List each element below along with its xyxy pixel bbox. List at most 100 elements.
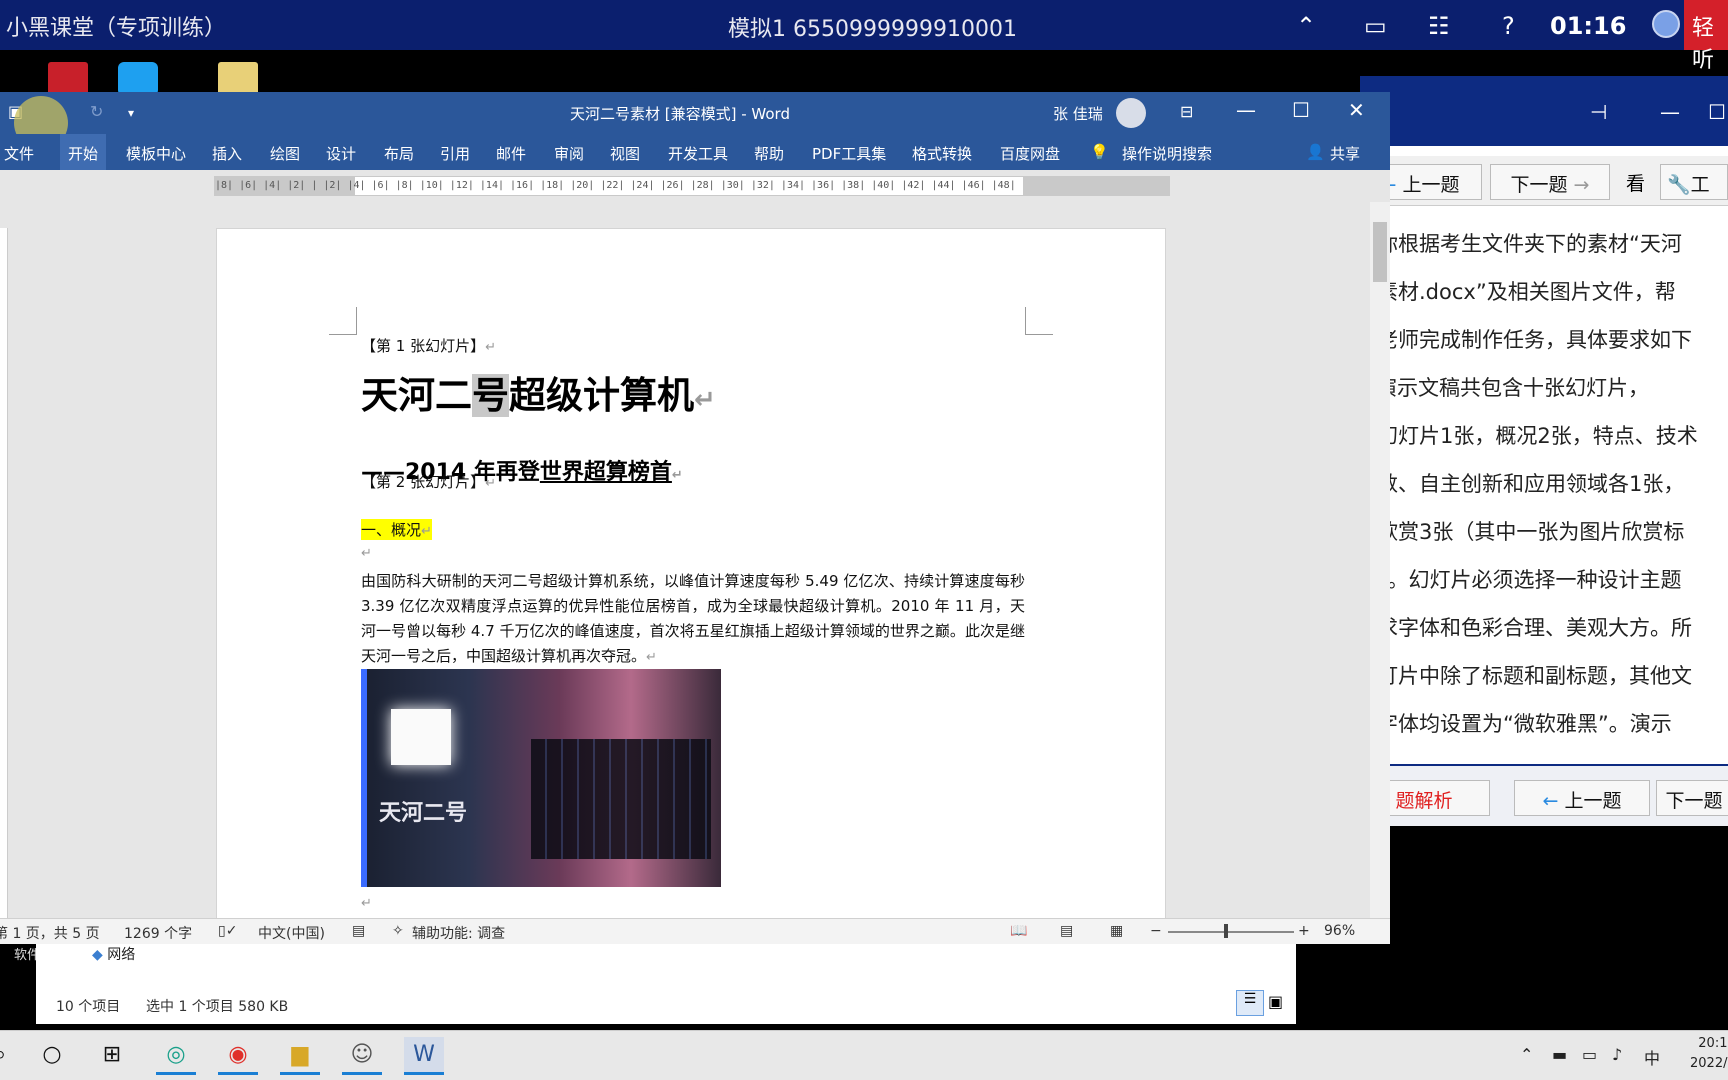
zoom-slider-thumb[interactable] bbox=[1224, 924, 1228, 938]
horizontal-ruler[interactable]: |8| |6| |4| |2| | |2| |4| |6| |8| |10| |… bbox=[0, 170, 1390, 202]
exam-id-label: 模拟1 6550999999910001 bbox=[728, 17, 1017, 42]
tab-design[interactable]: 设计 bbox=[326, 143, 356, 164]
file-explorer-icon[interactable]: ▆ bbox=[280, 1037, 320, 1075]
macro-icon[interactable]: ▤ bbox=[352, 923, 365, 939]
minimize-icon[interactable]: — bbox=[1660, 100, 1680, 124]
word-window: ▣ ↻ ▾ 天河二号素材 [兼容模式] - Word 张 佳瑞 ⊟ — ☐ ✕ … bbox=[0, 92, 1390, 944]
redo-icon[interactable]: ↻ bbox=[90, 102, 103, 121]
cortana-icon[interactable]: ○ bbox=[32, 1037, 72, 1075]
thumbnail-view-icon[interactable]: ▣ bbox=[1268, 992, 1283, 1011]
empty-paragraph: ↵ bbox=[361, 896, 372, 911]
arrow-left-icon: ← bbox=[1542, 790, 1565, 812]
document-page[interactable]: 【第 1 张幻灯片】↵ 天河二号超级计算机↵ ——2014 年再登世界超算榜首↵… bbox=[216, 228, 1166, 920]
web-layout-icon[interactable]: ▦ bbox=[1110, 923, 1123, 939]
tab-insert[interactable]: 插入 bbox=[212, 143, 242, 164]
photo-light-strip bbox=[361, 669, 367, 887]
ime-indicator[interactable]: 中 bbox=[1644, 1045, 1660, 1069]
netease-music-icon[interactable]: ◉ bbox=[218, 1037, 258, 1075]
zoom-out-icon[interactable]: − bbox=[1150, 923, 1162, 939]
tab-template-center[interactable]: 模板中心 bbox=[126, 143, 186, 164]
read-mode-icon[interactable]: 📖 bbox=[1010, 923, 1027, 939]
volume-icon[interactable]: ♪ bbox=[1612, 1045, 1622, 1064]
task-view-icon[interactable]: ⊞ bbox=[92, 1037, 132, 1075]
network-item[interactable]: ◆ 网络 bbox=[92, 944, 135, 964]
network-tray-icon[interactable]: ▭ bbox=[1582, 1045, 1597, 1064]
collapse-up-icon[interactable]: ⌃ bbox=[1296, 12, 1316, 40]
accessibility-icon: ✧ bbox=[392, 923, 404, 939]
search-icon[interactable]: ⌕ bbox=[0, 1037, 20, 1075]
tab-developer[interactable]: 开发工具 bbox=[668, 143, 728, 164]
zoom-level[interactable]: 96% bbox=[1324, 923, 1355, 939]
vertical-scrollbar[interactable] bbox=[1370, 202, 1390, 918]
share-button[interactable]: 共享 bbox=[1330, 143, 1360, 164]
file-explorer-window: ◆ 网络 10 个项目 选中 1 个项目 580 KB ☰ ▣ bbox=[36, 944, 1296, 1024]
dock-icon[interactable]: ⊣ bbox=[1590, 100, 1607, 124]
battery-icon[interactable]: ▬ bbox=[1552, 1045, 1567, 1064]
tray-chevron-icon[interactable]: ⌃ bbox=[1520, 1045, 1533, 1064]
tab-file[interactable]: 文件 bbox=[4, 143, 34, 164]
margin-corner bbox=[1025, 307, 1053, 335]
vertical-ruler[interactable] bbox=[0, 228, 8, 918]
tab-references[interactable]: 引用 bbox=[440, 143, 470, 164]
word-taskbar-icon[interactable]: W bbox=[404, 1037, 444, 1075]
maximize-icon[interactable]: ☐ bbox=[1708, 100, 1726, 124]
checklist-icon[interactable]: ☷ bbox=[1428, 12, 1450, 40]
tab-baidu-netdisk[interactable]: 百度网盘 bbox=[1000, 143, 1060, 164]
explorer-selection: 选中 1 个项目 580 KB bbox=[146, 999, 289, 1015]
tianhe-photo[interactable]: 天河二号 bbox=[361, 669, 721, 887]
quick-access-dropdown-icon[interactable]: ▾ bbox=[128, 106, 134, 120]
tab-pdf-tools[interactable]: PDF工具集 bbox=[812, 143, 886, 164]
zoom-slider[interactable] bbox=[1168, 931, 1294, 933]
next-question-button[interactable]: 下一题 → bbox=[1490, 164, 1610, 200]
tab-draw[interactable]: 绘图 bbox=[270, 143, 300, 164]
zoom-in-icon[interactable]: + bbox=[1298, 923, 1310, 939]
ribbon-display-icon[interactable]: ⊟ bbox=[1180, 102, 1193, 121]
minimize-icon[interactable]: — bbox=[1236, 98, 1256, 122]
help-icon[interactable]: ? bbox=[1502, 12, 1515, 40]
window-title: 天河二号素材 [兼容模式] - Word bbox=[570, 105, 790, 123]
close-icon[interactable]: ✕ bbox=[1348, 98, 1365, 122]
tab-home[interactable]: 开始 bbox=[60, 134, 107, 170]
accessibility-status[interactable]: 辅助功能: 调查 bbox=[412, 923, 505, 943]
app-a-icon[interactable] bbox=[48, 62, 88, 96]
question-line: 的字体均设置为“微软雅黑”。演示 bbox=[1356, 712, 1672, 736]
word-title-bar: ▣ ↻ ▾ 天河二号素材 [兼容模式] - Word 张 佳瑞 ⊟ — ☐ ✕ bbox=[0, 92, 1390, 150]
tab-format-convert[interactable]: 格式转换 bbox=[912, 143, 972, 164]
question-panel: ⊣ — ☐ ← 上一题 下一题 → 看 🔧工 请你根据考生文件夹下的素材“天河 … bbox=[1356, 76, 1728, 826]
print-layout-icon[interactable]: ▤ bbox=[1060, 923, 1073, 939]
view-label[interactable]: 看 bbox=[1626, 169, 1645, 196]
tab-view[interactable]: 视图 bbox=[610, 143, 640, 164]
word-count[interactable]: 1269 个字 bbox=[124, 923, 192, 943]
tell-me-search[interactable]: 操作说明搜索 bbox=[1122, 143, 1212, 164]
question-line: 1.演示文稿共包含十张幻灯片， bbox=[1356, 376, 1650, 400]
tab-mailings[interactable]: 邮件 bbox=[496, 143, 526, 164]
proofing-icon[interactable]: ▯✓ bbox=[218, 923, 237, 939]
user-name[interactable]: 张 佳瑞 bbox=[1053, 103, 1103, 124]
page-count[interactable]: 第 1 页，共 5 页 bbox=[0, 923, 100, 943]
folder-icon[interactable] bbox=[218, 62, 258, 96]
footer-prev-button[interactable]: ← 上一题 bbox=[1514, 780, 1650, 816]
scroll-thumb[interactable] bbox=[1373, 222, 1387, 282]
tab-layout[interactable]: 布局 bbox=[384, 143, 414, 164]
tab-help[interactable]: 帮助 bbox=[754, 143, 784, 164]
window-icon[interactable]: ▭ bbox=[1364, 12, 1387, 40]
document-title: 天河二号超级计算机↵ bbox=[361, 374, 716, 417]
photo-sign-text: 天河二号 bbox=[379, 801, 468, 826]
network-icon: ◆ bbox=[92, 947, 108, 963]
system-clock[interactable]: 20:16 2022/8 bbox=[1690, 1034, 1728, 1074]
tools-button[interactable]: 🔧工 bbox=[1660, 164, 1728, 200]
question-line: 要求字体和色彩合理、美观大方。所 bbox=[1356, 616, 1692, 640]
app-green-icon[interactable]: ◎ bbox=[156, 1037, 196, 1075]
details-view-icon[interactable]: ☰ bbox=[1236, 990, 1264, 1016]
tab-review[interactable]: 审阅 bbox=[554, 143, 584, 164]
person-icon: 👤 bbox=[1306, 143, 1325, 161]
light-listen-button[interactable]: 轻听 bbox=[1684, 0, 1728, 73]
footer-next-button[interactable]: 下一题 bbox=[1656, 780, 1728, 816]
status-bar: 第 1 页，共 5 页 1269 个字 ▯✓ 中文(中国) ▤ ✧ 辅助功能: … bbox=[0, 918, 1390, 944]
record-icon[interactable] bbox=[1652, 10, 1680, 38]
exam-avatar-icon[interactable]: ☺ bbox=[342, 1037, 382, 1075]
avatar[interactable] bbox=[1116, 98, 1146, 128]
language-indicator[interactable]: 中文(中国) bbox=[258, 923, 325, 943]
maximize-icon[interactable]: ☐ bbox=[1292, 98, 1310, 122]
player-icon[interactable] bbox=[118, 62, 158, 96]
